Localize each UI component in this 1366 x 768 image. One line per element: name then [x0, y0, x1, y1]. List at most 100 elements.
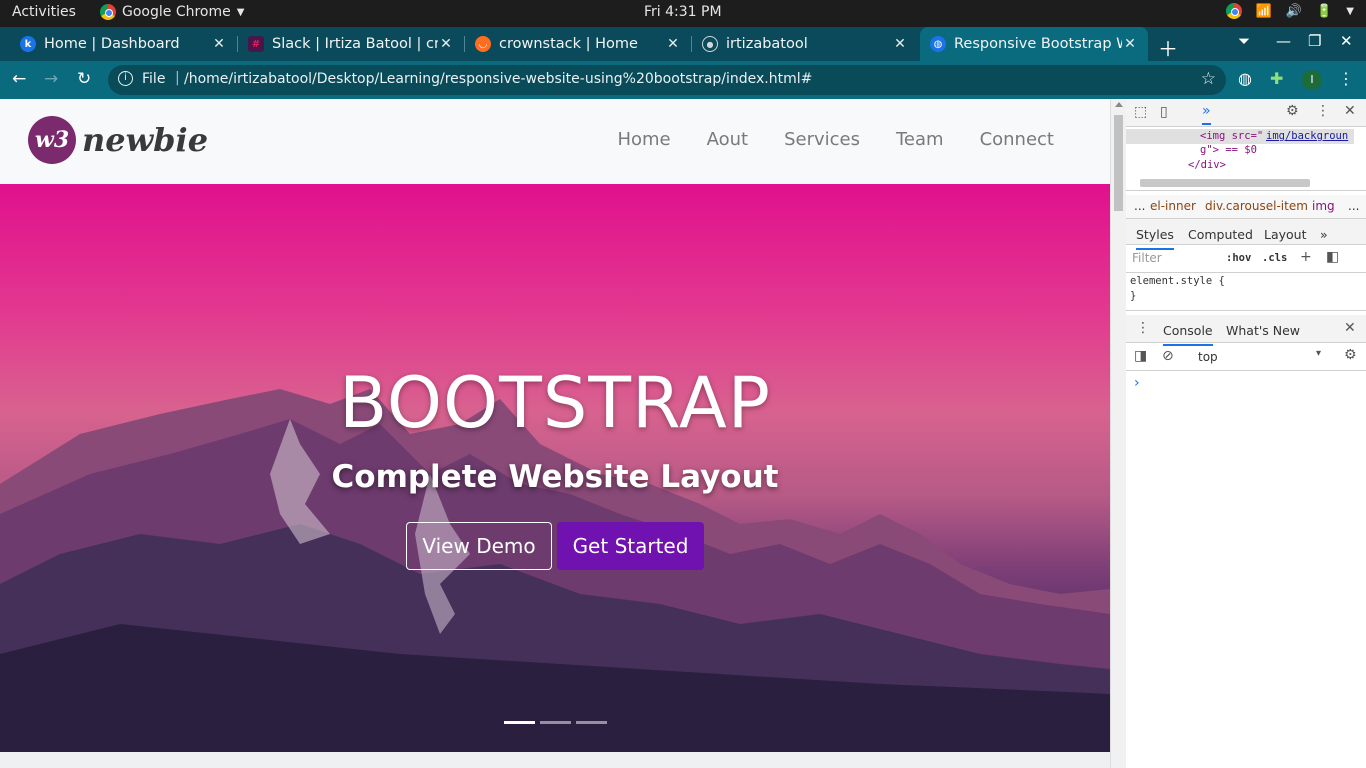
context-caret-icon[interactable]: ▾: [1316, 348, 1321, 359]
tab-favicon-icon: #: [248, 36, 264, 52]
extensions-puzzle-icon[interactable]: ✚: [1270, 69, 1283, 88]
chrome-icon: [100, 4, 116, 20]
nav-link-about[interactable]: Aout: [707, 129, 748, 150]
carousel-indicator[interactable]: [540, 721, 571, 724]
tab-close-icon[interactable]: ✕: [438, 36, 454, 52]
tab-close-icon[interactable]: ✕: [665, 36, 681, 52]
nav-link-services[interactable]: Services: [784, 129, 860, 150]
breadcrumb-item[interactable]: ...: [1134, 199, 1145, 213]
context-selector[interactable]: top: [1198, 350, 1218, 364]
carousel-indicators: [504, 721, 607, 724]
hov-toggle[interactable]: :hov: [1226, 252, 1251, 264]
chrome-tray-icon[interactable]: [1225, 3, 1242, 19]
app-name: Google Chrome: [122, 4, 231, 20]
get-started-button[interactable]: Get Started: [557, 522, 704, 570]
console-prompt[interactable]: ›: [1134, 375, 1140, 391]
view-demo-button[interactable]: View Demo: [406, 522, 552, 570]
inspect-element-icon[interactable]: ⬚: [1134, 104, 1147, 120]
system-tray[interactable]: 📶 🔊 🔋 ▼: [1225, 3, 1354, 19]
activities-button[interactable]: Activities: [12, 4, 76, 20]
breadcrumb-item[interactable]: div.carousel-item: [1205, 199, 1308, 213]
carousel-indicator[interactable]: [504, 721, 535, 724]
nav-link-connect[interactable]: Connect: [980, 129, 1054, 150]
page-viewport: w3 newbie Home Aout Services Team Connec…: [0, 99, 1110, 768]
tab-search-icon[interactable]: ⏷: [1238, 32, 1250, 50]
new-style-rule-icon[interactable]: +: [1300, 249, 1312, 265]
tab-responsive-bootstrap[interactable]: ◍ Responsive Bootstrap W ✕: [920, 27, 1148, 61]
tab-home-dashboard[interactable]: k Home | Dashboard ✕: [0, 27, 237, 61]
close-drawer-icon[interactable]: ✕: [1344, 320, 1356, 336]
toggle-sidebar-icon[interactable]: ◧: [1326, 249, 1339, 265]
logo-mark: w3: [28, 116, 76, 164]
kebab-menu-icon[interactable]: ⋮: [1316, 103, 1330, 119]
console-settings-icon[interactable]: ⚙: [1344, 347, 1357, 363]
globe-icon: ◍: [930, 36, 946, 52]
styles-filter-input[interactable]: Filter: [1132, 251, 1162, 265]
settings-gear-icon[interactable]: ⚙: [1286, 103, 1299, 119]
breadcrumb: ... el-inner div.carousel-item img ...: [1126, 195, 1366, 219]
hero-title: BOOTSTRAP: [339, 362, 771, 444]
clock[interactable]: Fri 4:31 PM: [644, 4, 722, 20]
dom-img-end: g"> == $0: [1200, 144, 1257, 156]
tab-title: irtizabatool: [726, 36, 808, 52]
console-toolbar: ◨ ⊘ top ▾ ⚙: [1126, 343, 1366, 371]
tab-github[interactable]: ● irtizabatool ✕: [682, 27, 918, 61]
app-menu[interactable]: Google Chrome ▼: [100, 4, 244, 20]
maximize-icon[interactable]: ❐: [1308, 32, 1321, 50]
drawer-menu-icon[interactable]: ⋮: [1136, 320, 1150, 336]
dom-tree[interactable]: … <img src=" img/backgroun g"> == $0 </d…: [1126, 127, 1366, 191]
wifi-icon: 📶: [1255, 3, 1272, 19]
console-sidebar-icon[interactable]: ◨: [1134, 348, 1147, 364]
nav-link-team[interactable]: Team: [896, 129, 944, 150]
tab-computed[interactable]: Computed: [1188, 227, 1253, 242]
tab-close-icon[interactable]: ✕: [1122, 36, 1138, 52]
reload-icon[interactable]: ↻: [77, 69, 91, 89]
url-text[interactable]: /home/irtizabatool/Desktop/Learning/resp…: [184, 71, 812, 87]
close-devtools-icon[interactable]: ✕: [1344, 103, 1356, 119]
tab-slack[interactable]: # Slack | Irtiza Batool | cro ✕: [228, 27, 464, 61]
profile-avatar[interactable]: I: [1302, 70, 1322, 90]
tab-whats-new[interactable]: What's New: [1226, 323, 1300, 338]
more-tabs-icon[interactable]: »: [1320, 227, 1328, 242]
element-style-rule: element.style {: [1130, 275, 1225, 287]
caret-down-icon: ▼: [1346, 5, 1354, 17]
device-toolbar-icon[interactable]: ▯: [1160, 104, 1168, 120]
styles-pane[interactable]: element.style { }: [1126, 273, 1366, 311]
tab-layout[interactable]: Layout: [1264, 227, 1307, 242]
breadcrumb-item[interactable]: ...: [1348, 199, 1359, 213]
clear-console-icon[interactable]: ⊘: [1162, 348, 1174, 364]
bookmark-star-icon[interactable]: ☆: [1201, 69, 1216, 89]
kebab-menu-icon[interactable]: ⋮: [1338, 69, 1354, 88]
battery-icon: 🔋: [1316, 3, 1333, 19]
dom-img-tag: <img src=": [1200, 130, 1264, 142]
hero-carousel: BOOTSTRAP Complete Website Layout View D…: [0, 184, 1110, 752]
info-icon[interactable]: i: [118, 71, 133, 86]
forward-arrow-icon[interactable]: →: [44, 69, 58, 89]
url-divider: |: [175, 70, 180, 86]
new-tab-button[interactable]: ＋: [1158, 33, 1178, 62]
cls-toggle[interactable]: .cls: [1262, 252, 1287, 264]
more-panels-icon[interactable]: »: [1202, 103, 1211, 125]
dom-img-src-link[interactable]: img/backgroun: [1266, 130, 1348, 142]
dom-horizontal-scrollbar[interactable]: [1140, 179, 1310, 187]
styles-tabs: Styles Computed Layout »: [1126, 219, 1366, 250]
breadcrumb-item[interactable]: img: [1312, 199, 1335, 213]
minimize-icon[interactable]: —: [1276, 32, 1291, 50]
back-arrow-icon[interactable]: ←: [12, 69, 26, 89]
page-scrollbar[interactable]: [1110, 99, 1126, 768]
nav-link-home[interactable]: Home: [617, 129, 670, 150]
globe-extension-icon[interactable]: ◍: [1238, 69, 1252, 88]
tab-favicon-icon: ◡: [475, 36, 491, 52]
close-window-icon[interactable]: ✕: [1340, 32, 1353, 50]
address-bar[interactable]: i File | /home/irtizabatool/Desktop/Lear…: [108, 65, 1226, 95]
tab-crownstack[interactable]: ◡ crownstack | Home ✕: [455, 27, 691, 61]
tab-close-icon[interactable]: ✕: [211, 36, 227, 52]
scrollbar-thumb[interactable]: [1114, 115, 1123, 211]
breadcrumb-item[interactable]: el-inner: [1150, 199, 1196, 213]
site-logo[interactable]: w3 newbie: [28, 116, 208, 164]
devtools-toolbar: ⬚ ▯ » ⚙ ⋮ ✕: [1126, 99, 1366, 127]
carousel-indicator[interactable]: [576, 721, 607, 724]
scroll-up-arrow-icon[interactable]: [1115, 102, 1123, 107]
tab-close-icon[interactable]: ✕: [892, 36, 908, 52]
site-navbar: w3 newbie Home Aout Services Team Connec…: [0, 99, 1110, 184]
